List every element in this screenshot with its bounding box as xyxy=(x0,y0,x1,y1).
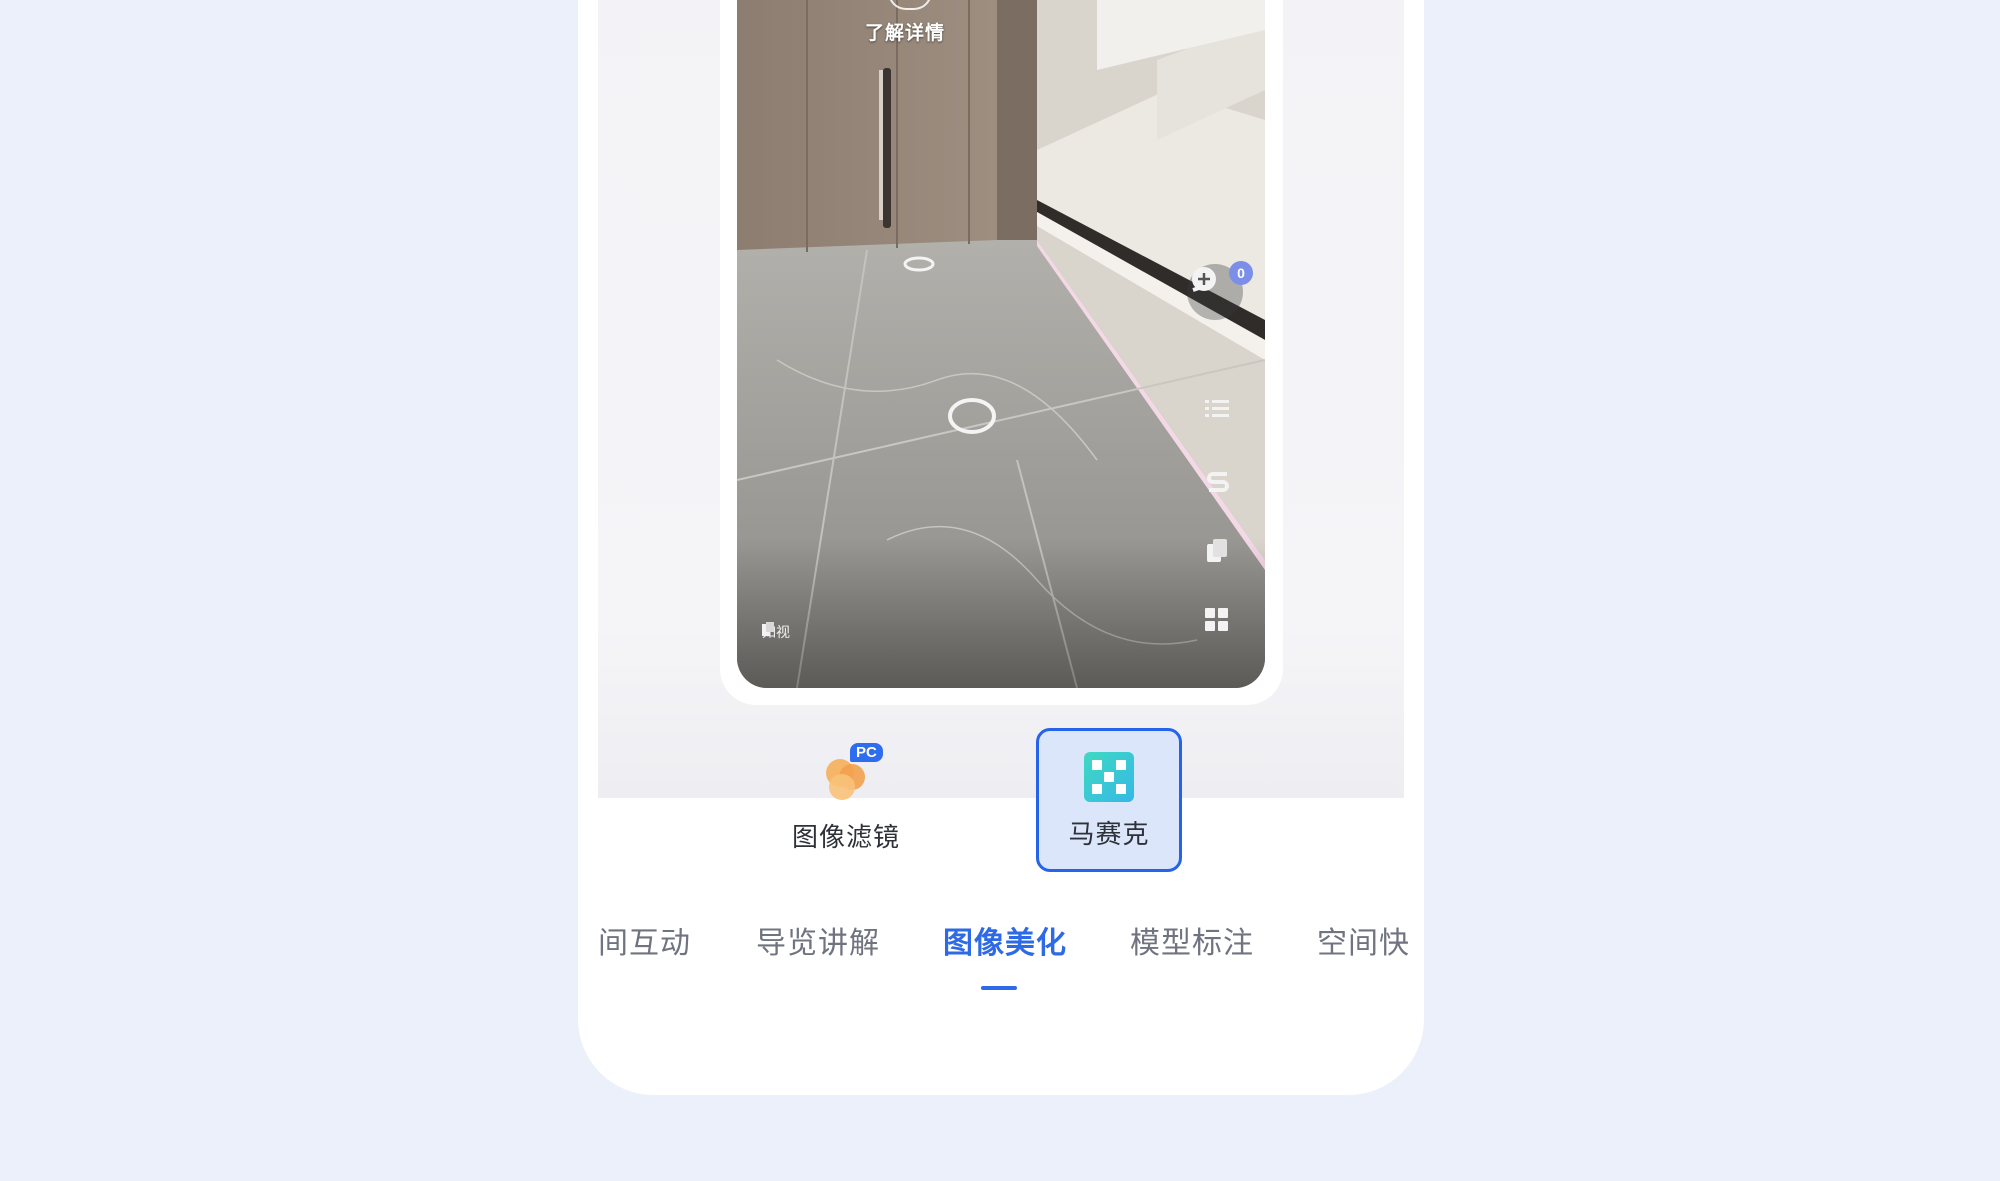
room-illustration xyxy=(737,0,1265,688)
grid-icon xyxy=(1205,608,1228,631)
active-tab-indicator xyxy=(981,986,1017,990)
feature-label: 图像滤镜 xyxy=(791,822,900,852)
category-tabs: 间互动 导览讲解 图像美化 模型标注 空间快 xyxy=(598,918,1409,1095)
feature-image-filter[interactable]: PC 图像滤镜 xyxy=(773,728,919,872)
learn-more-link[interactable]: 了解详情 xyxy=(865,18,945,45)
feature-mosaic[interactable]: 马赛克 xyxy=(1036,728,1182,872)
s-logo-icon xyxy=(1207,472,1229,492)
vr-scene-view[interactable]: 了解详情 0 如视 xyxy=(737,0,1265,688)
pc-badge: PC xyxy=(850,743,883,762)
grid-button[interactable] xyxy=(1205,608,1237,640)
list-icon xyxy=(1205,400,1229,417)
mosaic-icon xyxy=(1083,751,1135,803)
share-button[interactable] xyxy=(1205,468,1237,500)
tab-image-beautify[interactable]: 图像美化 xyxy=(943,918,1067,978)
copy-icon xyxy=(1207,539,1227,562)
comment-count-badge: 0 xyxy=(1229,261,1253,285)
preview-area: 了解详情 0 如视 PC 图像滤镜 马赛克 xyxy=(598,0,1404,872)
feature-label: 马赛克 xyxy=(1068,819,1150,849)
tab-space-quick[interactable]: 空间快 xyxy=(1317,918,1410,978)
tab-guided-tour[interactable]: 导览讲解 xyxy=(756,918,880,978)
tab-space-interaction[interactable]: 间互动 xyxy=(598,918,691,978)
watermark: 如视 xyxy=(762,622,790,642)
tab-model-annotation[interactable]: 模型标注 xyxy=(1130,918,1254,978)
preview-frame: 了解详情 0 如视 xyxy=(720,0,1283,705)
copy-button[interactable] xyxy=(1205,538,1237,570)
comment-add-icon xyxy=(1192,267,1216,292)
filter-icon: PC xyxy=(820,743,883,803)
list-button[interactable] xyxy=(1205,398,1237,430)
phone-card: 了解详情 0 如视 PC 图像滤镜 马赛克 间互动 导览讲解 图像美化 模型标注… xyxy=(578,0,1424,1095)
watermark-logo-icon xyxy=(762,622,774,636)
